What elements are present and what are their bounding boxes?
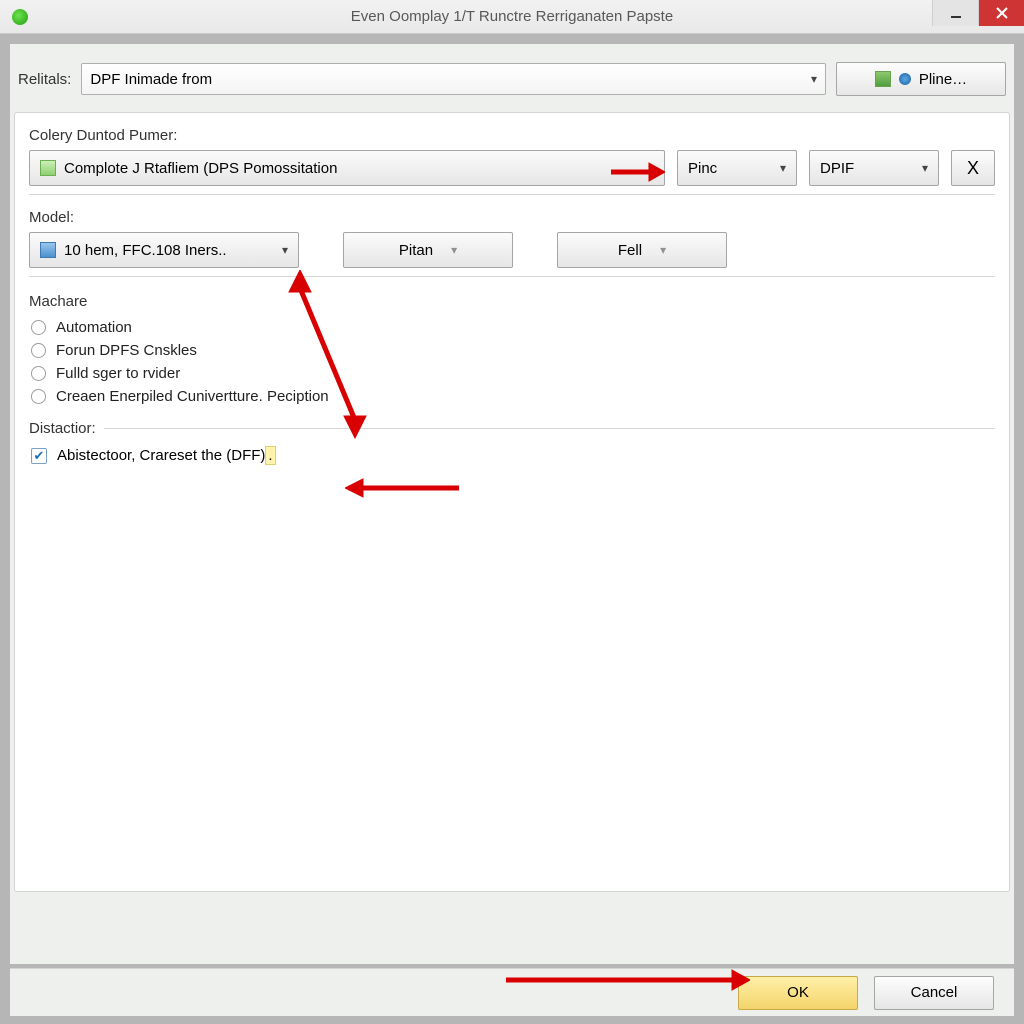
pinc-select[interactable]: Pinc ▾ xyxy=(677,150,797,186)
radio-icon xyxy=(31,343,46,358)
checkbox-label: Abistectoor, Crareset the (DFF) xyxy=(57,447,265,464)
distaction-checkbox-row[interactable]: ✔ Abistectoor, Crareset the (DFF). xyxy=(29,443,995,468)
divider xyxy=(29,194,995,195)
chevron-down-icon: ▾ xyxy=(922,161,928,175)
chevron-down-icon: ▾ xyxy=(282,243,288,257)
checkbox-checked-icon: ✔ xyxy=(31,448,47,464)
relitals-label: Relitals: xyxy=(18,71,71,88)
model-icon xyxy=(40,242,56,258)
checkbox-label-highlight: . xyxy=(265,446,275,465)
process-value: Complote J Rtafliem (DPS Pomossitation xyxy=(64,160,337,177)
pline-label: Pline… xyxy=(919,71,967,88)
model-label: Model: xyxy=(29,209,995,226)
pitan-label: Pitan xyxy=(399,242,433,259)
dpif-value: DPIF xyxy=(820,160,854,177)
fell-label: Fell xyxy=(618,242,642,259)
fell-button[interactable]: Fell ▾ xyxy=(557,232,727,268)
model-value: 10 hem, FFC.108 Iners.. xyxy=(64,242,227,259)
radio-automation[interactable]: Automation xyxy=(29,316,995,339)
group-label: Colery Duntod Pumer: xyxy=(29,127,995,144)
dpif-select[interactable]: DPIF ▾ xyxy=(809,150,939,186)
radio-label: Automation xyxy=(56,319,132,336)
close-x-icon: X xyxy=(967,158,979,179)
radio-creaen[interactable]: Creaen Enerpiled Cunivertture. Peciption xyxy=(29,385,995,408)
chevron-down-icon: ▾ xyxy=(780,161,786,175)
pline-icon-1 xyxy=(875,71,891,87)
chevron-down-icon: ▾ xyxy=(660,243,666,257)
radio-label: Forun DPFS Cnskles xyxy=(56,342,197,359)
distaction-heading: Distactior: xyxy=(29,420,96,437)
radio-icon xyxy=(31,320,46,335)
pline-icon-2 xyxy=(899,73,911,85)
ok-button[interactable]: OK xyxy=(738,976,858,1010)
model-select[interactable]: 10 hem, FFC.108 Iners.. ▾ xyxy=(29,232,299,268)
radio-fulld-sger[interactable]: Fulld sger to rvider xyxy=(29,362,995,385)
app-icon xyxy=(12,9,28,25)
radio-label: Fulld sger to rvider xyxy=(56,365,180,382)
divider xyxy=(29,276,995,277)
chevron-down-icon: ▾ xyxy=(451,243,457,257)
divider xyxy=(104,428,995,429)
chevron-down-icon: ▾ xyxy=(811,72,817,86)
window-title: Even Oomplay 1/T Runctre Rerriganaten Pa… xyxy=(351,8,673,25)
pline-button[interactable]: Pline… xyxy=(836,62,1006,96)
radio-icon xyxy=(31,389,46,404)
radio-forun-dpfs[interactable]: Forun DPFS Cnskles xyxy=(29,339,995,362)
radio-icon xyxy=(31,366,46,381)
pinc-value: Pinc xyxy=(688,160,717,177)
close-button[interactable] xyxy=(978,0,1024,26)
remove-button[interactable]: X xyxy=(951,150,995,186)
relitals-select[interactable]: DPF Inimade from ▾ xyxy=(81,63,826,95)
pitan-button[interactable]: Pitan ▾ xyxy=(343,232,513,268)
relitals-value: DPF Inimade from xyxy=(90,71,212,88)
process-icon xyxy=(40,160,56,176)
minimize-button[interactable] xyxy=(932,0,978,26)
radio-label: Creaen Enerpiled Cunivertture. Peciption xyxy=(56,388,329,405)
chevron-down-icon: ▾ xyxy=(648,161,654,175)
cancel-button[interactable]: Cancel xyxy=(874,976,994,1010)
machare-heading: Machare xyxy=(29,293,995,310)
process-select[interactable]: Complote J Rtafliem (DPS Pomossitation ▾ xyxy=(29,150,665,186)
